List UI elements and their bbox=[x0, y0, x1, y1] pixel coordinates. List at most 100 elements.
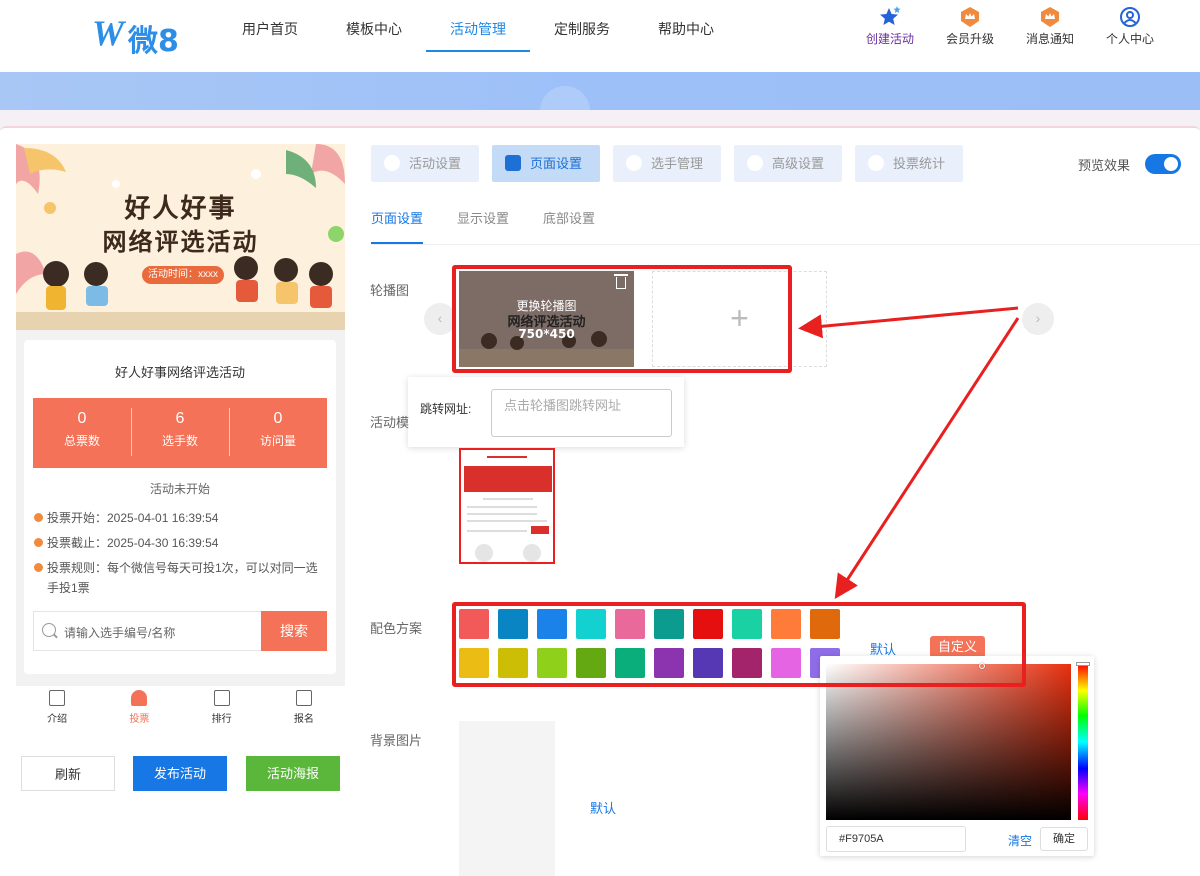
logo-text: 微8 bbox=[128, 24, 179, 59]
settings-steps: 活动设置 页面设置 选手管理 高级设置 投票统计 bbox=[371, 145, 976, 182]
contestant-search: 请输入选手编号/名称 搜索 bbox=[33, 611, 327, 651]
stats-icon bbox=[868, 155, 884, 171]
nav-help[interactable]: 帮助中心 bbox=[634, 0, 738, 52]
stat-label: 访问量 bbox=[259, 434, 296, 448]
star-icon bbox=[880, 6, 901, 25]
sub-tabs: 页面设置 显示设置 底部设置 bbox=[371, 208, 629, 244]
step-contestant-management[interactable]: 选手管理 bbox=[613, 145, 721, 182]
tab-vote[interactable]: 投票 bbox=[98, 686, 180, 732]
carousel-next-button[interactable]: › bbox=[1022, 303, 1054, 335]
activity-poster-button[interactable]: 活动海报 bbox=[246, 756, 340, 791]
jump-url-label: 跳转网址: bbox=[420, 402, 472, 416]
member-upgrade-label: 会员升级 bbox=[945, 32, 994, 46]
step-label: 页面设置 bbox=[530, 156, 583, 171]
tab-ranking[interactable]: 排行 bbox=[181, 686, 263, 732]
background-image-label: 背景图片 bbox=[370, 733, 423, 748]
user-icon bbox=[626, 155, 642, 171]
annotation-box-color-scheme bbox=[452, 602, 1026, 687]
stats-bar: 0 总票数 6 选手数 0 访问量 bbox=[33, 398, 327, 468]
hue-slider[interactable] bbox=[1078, 664, 1088, 820]
search-button[interactable]: 搜索 bbox=[261, 611, 327, 651]
info-text: 投票开始：2025-04-01 16:39:54 bbox=[47, 511, 219, 525]
step-label: 高级设置 bbox=[772, 156, 825, 171]
main-nav: 用户首页 模板中心 活动管理 定制服务 帮助中心 bbox=[218, 0, 738, 60]
template-label: 活动模 bbox=[370, 415, 410, 430]
step-label: 选手管理 bbox=[651, 156, 704, 171]
confirm-color-button[interactable]: 确定 bbox=[1040, 827, 1088, 851]
layout-icon bbox=[505, 155, 521, 171]
signup-icon bbox=[295, 690, 312, 706]
search-input[interactable]: 请输入选手编号/名称 bbox=[64, 624, 175, 641]
preview-tabbar: 介绍 投票 排行 报名 bbox=[16, 686, 345, 732]
preview-toggle-switch[interactable] bbox=[1145, 154, 1181, 174]
member-upgrade-button[interactable]: 会员升级 bbox=[930, 6, 1010, 47]
vote-start-info: 投票开始：2025-04-01 16:39:54 bbox=[34, 508, 218, 528]
nav-custom-service[interactable]: 定制服务 bbox=[530, 0, 634, 52]
heart-icon bbox=[384, 155, 400, 171]
jump-url-input[interactable]: 点击轮播图跳转网址 bbox=[491, 389, 672, 437]
step-activity-settings[interactable]: 活动设置 bbox=[371, 145, 479, 182]
stat-label: 总票数 bbox=[63, 434, 100, 448]
tools-icon bbox=[747, 155, 763, 171]
background-default-button[interactable]: 默认 bbox=[590, 798, 616, 817]
info-dot-icon bbox=[34, 513, 43, 522]
step-label: 活动设置 bbox=[409, 156, 462, 171]
bell-badge-icon bbox=[1041, 7, 1059, 27]
activity-status: 活动未开始 bbox=[149, 482, 210, 496]
top-header: W 微8 用户首页 模板中心 活动管理 定制服务 帮助中心 创建活动 会员升级 bbox=[0, 0, 1200, 72]
clear-color-button[interactable]: 清空 bbox=[1008, 832, 1032, 849]
annotation-box-carousel bbox=[452, 265, 792, 373]
header-banner bbox=[0, 72, 1200, 136]
notifications-label: 消息通知 bbox=[1025, 32, 1074, 46]
step-advanced-settings[interactable]: 高级设置 bbox=[734, 145, 842, 182]
nav-activity-management[interactable]: 活动管理 bbox=[426, 0, 530, 52]
stat-contestants: 6 选手数 bbox=[131, 398, 229, 468]
jump-url-popup: 跳转网址: 点击轮播图跳转网址 bbox=[408, 377, 684, 447]
poster-title-line1: 好人好事 bbox=[124, 194, 237, 224]
hex-color-input[interactable]: #F9705A bbox=[826, 826, 966, 852]
tab-label: 投票 bbox=[129, 714, 150, 725]
logo[interactable]: W 微8 bbox=[92, 10, 192, 59]
step-page-settings[interactable]: 页面设置 bbox=[492, 145, 600, 182]
header-actions: 创建活动 会员升级 消息通知 个人中心 bbox=[850, 6, 1170, 47]
nav-templates[interactable]: 模板中心 bbox=[322, 0, 426, 52]
stat-total-votes: 0 总票数 bbox=[33, 398, 131, 468]
stat-value: 0 bbox=[273, 410, 283, 427]
saturation-value-panel[interactable] bbox=[826, 664, 1071, 820]
step-vote-statistics[interactable]: 投票统计 bbox=[855, 145, 963, 182]
activity-title: 好人好事网络评选活动 bbox=[114, 365, 245, 380]
nav-home[interactable]: 用户首页 bbox=[218, 0, 322, 52]
info-text: 投票截止：2025-04-30 16:39:54 bbox=[47, 536, 219, 550]
stat-value: 6 bbox=[175, 410, 185, 427]
stat-label: 选手数 bbox=[161, 434, 198, 448]
preview-poster: 好人好事 网络评选活动 活动时间：xxxx bbox=[16, 144, 345, 330]
user-center-label: 个人中心 bbox=[1105, 32, 1154, 46]
poster-time-tag: 活动时间：xxxx bbox=[142, 266, 224, 284]
template-thumbnail[interactable] bbox=[459, 448, 555, 564]
activity-info-card: 好人好事网络评选活动 0 总票数 6 选手数 0 访问量 活动未开始 投票开始：… bbox=[24, 340, 336, 674]
stat-value: 0 bbox=[77, 410, 87, 427]
create-activity-button[interactable]: 创建活动 bbox=[850, 6, 930, 47]
vote-end-info: 投票截止：2025-04-30 16:39:54 bbox=[34, 533, 218, 553]
tab-label: 排行 bbox=[211, 714, 232, 725]
vote-rule-info: 投票规则：每个微信号每天可投1次，可以对同一选手投1票 bbox=[34, 558, 324, 598]
stat-visits: 0 访问量 bbox=[229, 398, 327, 468]
info-text: 投票规则：每个微信号每天可投1次，可以对同一选手投1票 bbox=[47, 561, 318, 595]
subtab-display-settings[interactable]: 显示设置 bbox=[457, 208, 509, 244]
tab-signup[interactable]: 报名 bbox=[263, 686, 345, 732]
background-image-upload[interactable] bbox=[459, 721, 555, 876]
crown-badge-icon bbox=[961, 7, 979, 27]
user-center-button[interactable]: 个人中心 bbox=[1090, 6, 1170, 47]
info-dot-icon bbox=[34, 538, 43, 547]
notifications-button[interactable]: 消息通知 bbox=[1010, 6, 1090, 47]
subtab-page-settings[interactable]: 页面设置 bbox=[371, 208, 424, 244]
tab-intro[interactable]: 介绍 bbox=[16, 686, 98, 732]
refresh-button[interactable]: 刷新 bbox=[21, 756, 115, 791]
subtab-footer-settings[interactable]: 底部设置 bbox=[543, 208, 595, 244]
user-circle-icon bbox=[1120, 7, 1140, 27]
hue-slider-handle[interactable] bbox=[1076, 662, 1090, 666]
publish-activity-button[interactable]: 发布活动 bbox=[133, 756, 227, 791]
intro-icon bbox=[49, 690, 66, 706]
preview-toggle-label: 预览效果 bbox=[1078, 158, 1131, 173]
color-scheme-label: 配色方案 bbox=[370, 621, 423, 636]
